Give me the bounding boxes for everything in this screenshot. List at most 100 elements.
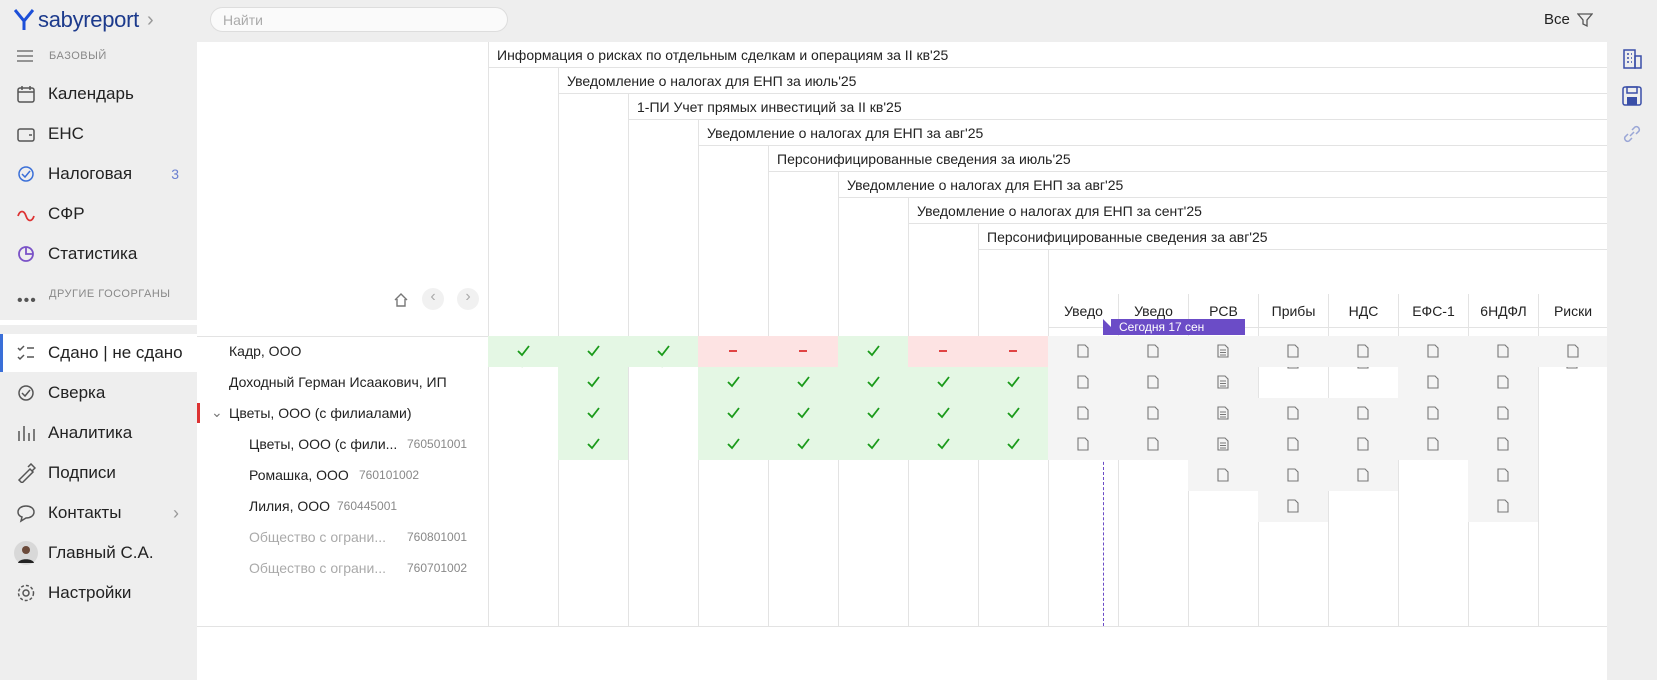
sidebar-item-analytics[interactable]: Аналитика	[0, 414, 197, 452]
doc-icon[interactable]	[1424, 342, 1442, 360]
sidebar-item-stat[interactable]: Статистика	[0, 235, 197, 273]
doc-icon[interactable]	[1144, 342, 1162, 360]
doc-icon[interactable]	[1494, 466, 1512, 484]
check-icon[interactable]	[1004, 404, 1022, 422]
building-icon[interactable]	[1621, 48, 1643, 75]
doc-icon[interactable]	[1494, 435, 1512, 453]
doc-icon[interactable]	[1494, 497, 1512, 515]
sidebar-item-sfr[interactable]: СФР	[0, 195, 197, 233]
check-icon[interactable]	[864, 404, 882, 422]
sidebar-item-contacts[interactable]: Контакты ›	[0, 494, 197, 532]
filter-label[interactable]: Все	[1544, 11, 1570, 28]
menu-icon[interactable]	[17, 49, 33, 67]
check-icon[interactable]	[794, 435, 812, 453]
check-icon[interactable]	[514, 342, 532, 360]
column-header[interactable]: НДС	[1328, 294, 1398, 328]
next-button[interactable]: ›	[457, 288, 479, 310]
report-header[interactable]: Уведомление о налогах для ЕНП за авг'25	[698, 120, 1607, 146]
dash-icon[interactable]	[794, 342, 812, 360]
row-name[interactable]: Общество с ограни...	[249, 560, 386, 576]
check-icon[interactable]	[584, 404, 602, 422]
check-icon[interactable]	[934, 404, 952, 422]
filter-icon[interactable]	[1576, 12, 1594, 33]
doc-icon[interactable]	[1074, 404, 1092, 422]
doc-icon[interactable]	[1424, 435, 1442, 453]
doc-icon[interactable]	[1214, 466, 1232, 484]
doclines-icon[interactable]	[1214, 404, 1232, 422]
doc-icon[interactable]	[1144, 435, 1162, 453]
row-name[interactable]: Цветы, ООО (с филиалами)	[229, 405, 412, 421]
sidebar-item-signatures[interactable]: Подписи	[0, 454, 197, 492]
check-icon[interactable]	[864, 435, 882, 453]
row-name[interactable]: Общество с ограни...	[249, 529, 386, 545]
check-icon[interactable]	[584, 435, 602, 453]
column-header[interactable]: Риски	[1538, 294, 1607, 328]
more-icon[interactable]: •••	[17, 292, 37, 310]
report-header[interactable]: Уведомление о налогах для ЕНП за июль'25	[558, 68, 1607, 94]
chevron-right-icon[interactable]: ›	[173, 503, 179, 524]
doclines-icon[interactable]	[1214, 435, 1232, 453]
doc-icon[interactable]	[1424, 373, 1442, 391]
doc-icon[interactable]	[1284, 466, 1302, 484]
home-icon[interactable]	[393, 292, 409, 313]
chevron-down-icon[interactable]: ⌄	[211, 404, 223, 421]
logo[interactable]: sabyreport ›	[14, 6, 154, 34]
sidebar-item-ens[interactable]: ЕНС	[0, 115, 197, 153]
report-header[interactable]: 1-ПИ Учет прямых инвестиций за II кв'25	[628, 94, 1607, 120]
doc-icon[interactable]	[1284, 342, 1302, 360]
check-icon[interactable]	[794, 373, 812, 391]
dash-icon[interactable]	[1004, 342, 1022, 360]
row-name[interactable]: Кадр, ООО	[229, 343, 301, 359]
check-icon[interactable]	[934, 435, 952, 453]
sidebar-item-settings[interactable]: Настройки	[0, 574, 197, 612]
sidebar-item-reconcile[interactable]: Сверка	[0, 374, 197, 412]
doc-icon[interactable]	[1494, 373, 1512, 391]
sidebar-item-calendar[interactable]: Календарь	[0, 75, 197, 113]
save-icon[interactable]	[1621, 85, 1643, 112]
column-header[interactable]: Прибы	[1258, 294, 1328, 328]
doc-icon[interactable]	[1494, 342, 1512, 360]
check-icon[interactable]	[934, 373, 952, 391]
doc-icon[interactable]	[1494, 404, 1512, 422]
check-icon[interactable]	[794, 404, 812, 422]
doc-icon[interactable]	[1284, 497, 1302, 515]
row-name[interactable]: Доходный Герман Исаакович, ИП	[229, 374, 447, 390]
doc-icon[interactable]	[1354, 435, 1372, 453]
check-icon[interactable]	[864, 373, 882, 391]
report-header[interactable]: Персонифицированные сведения за авг'25	[978, 224, 1607, 250]
row-name[interactable]: Ромашка, ООО	[249, 467, 349, 483]
column-header[interactable]: ЕФС-1	[1398, 294, 1468, 328]
row-name[interactable]: Цветы, ООО (с фили...	[249, 436, 397, 452]
doc-icon[interactable]	[1354, 404, 1372, 422]
doc-icon[interactable]	[1424, 404, 1442, 422]
doc-icon[interactable]	[1354, 466, 1372, 484]
check-icon[interactable]	[1004, 373, 1022, 391]
sidebar-item-tax[interactable]: Налоговая 3	[0, 155, 197, 193]
check-icon[interactable]	[584, 342, 602, 360]
doclines-icon[interactable]	[1214, 373, 1232, 391]
doc-icon[interactable]	[1144, 404, 1162, 422]
chevron-right-icon[interactable]: ›	[147, 9, 154, 32]
check-icon[interactable]	[724, 373, 742, 391]
check-icon[interactable]	[1004, 435, 1022, 453]
doc-icon[interactable]	[1354, 342, 1372, 360]
doc-icon[interactable]	[1074, 435, 1092, 453]
doc-icon[interactable]	[1074, 373, 1092, 391]
check-icon[interactable]	[724, 404, 742, 422]
check-icon[interactable]	[864, 342, 882, 360]
doclines-icon[interactable]	[1214, 342, 1232, 360]
row-name[interactable]: Лилия, ООО	[249, 498, 330, 514]
dash-icon[interactable]	[934, 342, 952, 360]
doc-icon[interactable]	[1074, 342, 1092, 360]
doc-icon[interactable]	[1564, 342, 1582, 360]
check-icon[interactable]	[584, 373, 602, 391]
column-header[interactable]: 6НДФЛ	[1468, 294, 1538, 328]
link-icon[interactable]	[1621, 123, 1643, 150]
search-input[interactable]: Найти	[210, 7, 508, 32]
sidebar-item-submitted[interactable]: Сдано | не сдано	[0, 334, 197, 372]
dash-icon[interactable]	[724, 342, 742, 360]
report-header[interactable]: Уведомление о налогах для ЕНП за авг'25	[838, 172, 1607, 198]
report-header[interactable]: Персонифицированные сведения за июль'25	[768, 146, 1607, 172]
check-icon[interactable]	[654, 342, 672, 360]
doc-icon[interactable]	[1144, 373, 1162, 391]
